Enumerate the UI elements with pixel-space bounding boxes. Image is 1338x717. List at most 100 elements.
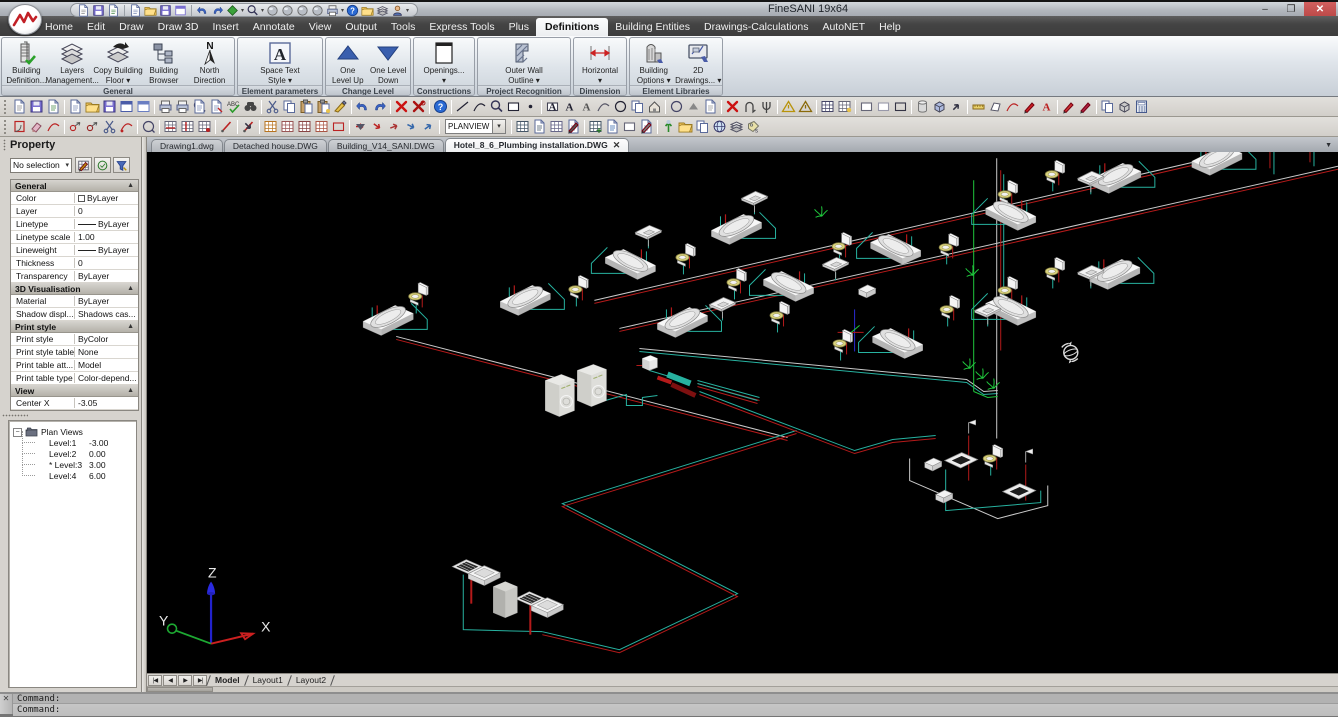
tool-arrow-diag-icon[interactable] — [948, 99, 965, 115]
tool-doc-blue-icon[interactable] — [531, 119, 548, 135]
tool-save-floppy-icon[interactable] — [101, 99, 118, 115]
view-combo-dropdown[interactable]: ▾ — [493, 119, 506, 134]
tool-arrow-slash-icon[interactable] — [240, 119, 257, 135]
layout-tab-layout2[interactable]: Layout2 — [290, 675, 332, 685]
tool-rect-open-icon[interactable] — [892, 99, 909, 115]
property-value[interactable]: ByLayer — [75, 271, 138, 281]
tool-cylinder-tool-icon[interactable] — [914, 99, 931, 115]
tool-circle-tool-icon[interactable] — [668, 99, 685, 115]
dropdown-arrow-icon[interactable]: ▾ — [406, 7, 409, 14]
property-value[interactable]: Color-depend... — [75, 373, 138, 383]
tool-grid-red2-icon[interactable] — [296, 119, 313, 135]
property-row-center-x[interactable]: Center X -3.05 — [11, 397, 138, 410]
tool-grid-plus-icon[interactable] — [587, 119, 604, 135]
tool-box-blue-icon[interactable] — [931, 99, 948, 115]
new-doc-icon[interactable] — [129, 3, 142, 17]
property-row-print-table-att-[interactable]: Print table att... Model — [11, 359, 138, 372]
property-section-3d-visualisation[interactable]: 3D Visualisation ▲ — [11, 283, 138, 295]
tool-binoculars-icon[interactable] — [242, 99, 259, 115]
layout-nav-prev-button[interactable]: ◀ — [163, 674, 177, 686]
tool-clip-gray-icon[interactable] — [1099, 99, 1116, 115]
drawing-tab-detached-house-dwg[interactable]: Detached house.DWG — [223, 139, 327, 152]
tool-rect-tool-icon[interactable] — [505, 99, 522, 115]
save-floppy-icon[interactable] — [159, 4, 172, 17]
close-button[interactable]: ✕ — [1304, 2, 1336, 16]
property-value[interactable]: 0 — [75, 206, 138, 216]
tool-bld-save-icon[interactable] — [28, 99, 45, 115]
circle-tool-1-icon[interactable] — [266, 4, 279, 17]
menu-tab-draw-3d[interactable]: Draw 3D — [151, 18, 206, 36]
zoom-lens-icon[interactable] — [246, 4, 259, 17]
tool-printer-icon[interactable] — [157, 99, 174, 115]
drawing-tab-hotel-8-6-plumbing-installation-dwg[interactable]: Hotel_8_6_Plumbing installation.DWG ✕ — [444, 138, 630, 152]
menu-tab-annotate[interactable]: Annotate — [246, 18, 302, 36]
menu-tab-tools[interactable]: Tools — [384, 18, 423, 36]
green-diamond-icon[interactable] — [226, 4, 239, 17]
tool-doc-pen-icon[interactable] — [565, 119, 582, 135]
tool-redo-arrow-icon[interactable] — [371, 99, 388, 115]
drawing-tab-building-v14-sani-dwg[interactable]: Building_V14_SANI.DWG — [327, 139, 444, 152]
tool-copy-sheets-icon[interactable] — [694, 119, 711, 135]
tree-root-label[interactable]: Plan Views — [41, 427, 83, 437]
toolbar-grip[interactable] — [4, 119, 9, 134]
dropdown-arrow-icon[interactable]: ▾ — [261, 7, 264, 14]
property-section-view[interactable]: View ▲ — [11, 385, 138, 397]
horizontal-scrollbar[interactable] — [147, 686, 1338, 692]
bld-save-icon[interactable] — [92, 4, 105, 17]
menu-tab-autonet[interactable]: AutoNET — [815, 18, 872, 36]
property-value[interactable]: 1.00 — [75, 232, 138, 242]
ribbon-button-openings-[interactable]: Openings... ▾ — [416, 39, 472, 85]
person-icon[interactable] — [391, 4, 404, 17]
layers-copy-icon[interactable] — [376, 4, 389, 17]
property-row-thickness[interactable]: Thickness 0 — [11, 257, 138, 270]
tool-arrow-up-green-icon[interactable] — [660, 119, 677, 135]
tool-arrow-r5-icon[interactable] — [420, 119, 437, 135]
drawing-tab-drawing1-dwg[interactable]: Drawing1.dwg — [151, 139, 223, 152]
tool-globe-tool-icon[interactable] — [711, 119, 728, 135]
property-row-shadow-displ-[interactable]: Shadow displ... Shadows cas... — [11, 308, 138, 321]
tool-uturn-tool-icon[interactable] — [741, 99, 758, 115]
toggle-value-button[interactable] — [94, 157, 111, 173]
tool-knot-red-icon[interactable] — [67, 119, 84, 135]
ribbon-button-2d[interactable]: 2D Drawings... ▾ — [675, 39, 721, 85]
menu-tab-view[interactable]: View — [302, 18, 339, 36]
tool-rect-red-icon[interactable] — [330, 119, 347, 135]
tool-bld-doc-icon[interactable] — [11, 99, 28, 115]
redo-arrow-icon[interactable] — [211, 4, 224, 17]
tool-win-blue-icon[interactable] — [118, 99, 135, 115]
tool-x-red2-icon[interactable] — [410, 99, 427, 115]
menu-tab-draw[interactable]: Draw — [112, 18, 151, 36]
ribbon-button-outer-wall[interactable]: Outer Wall Outline ▾ — [480, 39, 568, 85]
command-input-line[interactable]: Command: — [13, 704, 1338, 716]
sphere-tool-icon[interactable] — [311, 4, 324, 17]
save-window-icon[interactable] — [174, 4, 187, 17]
tool-open-folder-icon[interactable] — [84, 99, 101, 115]
tool-line-tool-icon[interactable] — [454, 99, 471, 115]
menu-tab-express-tools[interactable]: Express Tools — [422, 18, 501, 36]
minimize-button[interactable]: – — [1252, 2, 1278, 16]
tool-dot-tool-icon[interactable] — [522, 99, 539, 115]
filter-button[interactable] — [113, 157, 130, 173]
property-row-print-style-table[interactable]: Print style table None — [11, 346, 138, 359]
drawing-viewport[interactable]: Z X Y — [147, 152, 1338, 673]
property-value[interactable]: Shadows cas... — [75, 309, 138, 319]
ribbon-button-horizontal[interactable]: Horizontal ▾ — [576, 39, 624, 85]
tool-grid-select-icon[interactable] — [819, 99, 836, 115]
tool-copy-docs-icon[interactable] — [281, 99, 298, 115]
dropdown-arrow-icon[interactable]: ▾ — [241, 7, 244, 14]
ribbon-button-building[interactable]: Building Definition... — [4, 39, 49, 85]
doc-lines-icon[interactable] — [107, 3, 120, 17]
view-combo-field[interactable]: PLANVIEW — [445, 119, 493, 134]
tool-arc-pen-icon[interactable] — [118, 119, 135, 135]
tool-calc-grid-icon[interactable] — [1133, 99, 1150, 115]
help-circle-icon[interactable]: ? — [346, 4, 359, 17]
tool-doc-gray-icon[interactable] — [702, 99, 719, 115]
toolbar-grip[interactable] — [4, 99, 9, 114]
property-value[interactable]: Model — [75, 360, 138, 370]
tool-scissors-red-icon[interactable] — [101, 119, 118, 135]
ribbon-button-copy-building[interactable]: Copy Building Floor ▾ — [93, 39, 143, 85]
layout-nav-first-button[interactable]: |◀ — [148, 674, 162, 686]
printer-icon[interactable] — [326, 4, 339, 17]
property-row-transparency[interactable]: Transparency ByLayer — [11, 270, 138, 283]
tool-brush-match-icon[interactable] — [332, 99, 349, 115]
